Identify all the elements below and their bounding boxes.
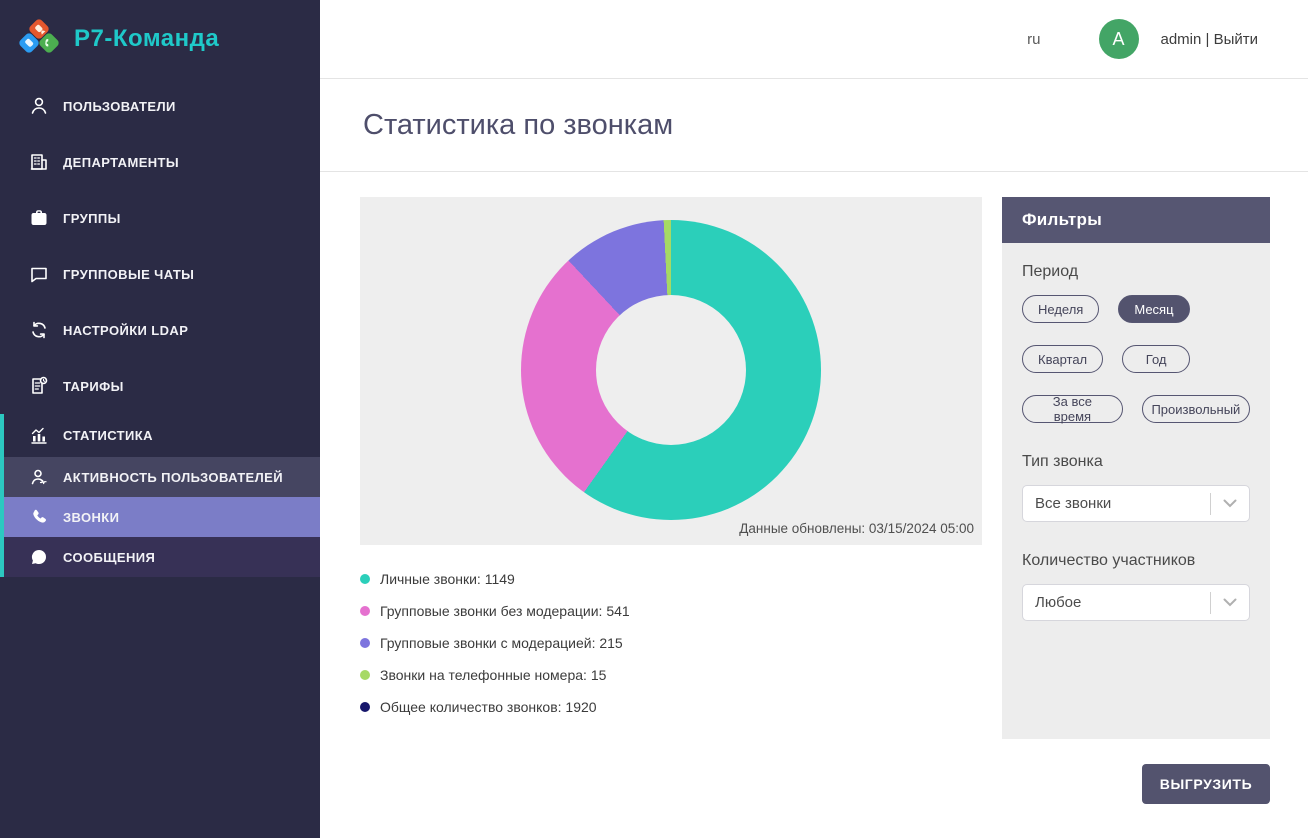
sidebar-item-users[interactable]: ПОЛЬЗОВАТЕЛИ bbox=[0, 78, 320, 134]
period-pill[interactable]: Неделя bbox=[1022, 295, 1099, 323]
legend-label: Личные звонки: 1149 bbox=[380, 571, 515, 587]
briefcase-icon bbox=[27, 206, 51, 230]
call-type-label: Тип звонка bbox=[1022, 453, 1250, 471]
call-type-section: Тип звонка Все звонки bbox=[1022, 453, 1250, 522]
filters-body: Период Неделя Месяц Квартал Год За все время… bbox=[1002, 243, 1270, 641]
user-icon bbox=[27, 94, 51, 118]
participants-value: Любое bbox=[1035, 594, 1210, 611]
donut-hole bbox=[596, 295, 746, 445]
language-switcher[interactable]: ru bbox=[1027, 31, 1040, 48]
period-pill[interactable]: За все время bbox=[1022, 395, 1123, 423]
call-type-select[interactable]: Все звонки bbox=[1022, 485, 1250, 522]
user-activity-icon bbox=[27, 465, 51, 489]
period-pill[interactable]: Год bbox=[1122, 345, 1190, 373]
sidebar-nav: ПОЛЬЗОВАТЕЛИ ДЕПАРТАМЕНТЫ ГРУППЫ ГРУППОВ… bbox=[0, 78, 320, 577]
sidebar-item-group-chats[interactable]: ГРУППОВЫЕ ЧАТЫ bbox=[0, 246, 320, 302]
participants-section: Количество участников Любое bbox=[1022, 552, 1250, 621]
sidebar-item-label: ТАРИФЫ bbox=[63, 379, 124, 394]
bar-chart-icon bbox=[27, 424, 51, 448]
sidebar-item-label: ПОЛЬЗОВАТЕЛИ bbox=[63, 99, 176, 114]
sidebar-item-label: ДЕПАРТАМЕНТЫ bbox=[63, 155, 179, 170]
chevron-down-icon bbox=[1211, 499, 1249, 508]
sidebar-item-label: НАСТРОЙКИ LDAP bbox=[63, 323, 188, 338]
sidebar: Р7-Команда ПОЛЬЗОВАТЕЛИ ДЕПАРТАМЕНТЫ ГРУ… bbox=[0, 0, 320, 838]
period-pill[interactable]: Квартал bbox=[1022, 345, 1103, 373]
sync-icon bbox=[27, 318, 51, 342]
top-header: ru A admin | Выйти bbox=[320, 0, 1308, 79]
period-label: Период bbox=[1022, 263, 1250, 281]
legend-color-dot bbox=[360, 574, 370, 584]
period-row: Квартал Год bbox=[1022, 345, 1250, 373]
legend-item: Групповые звонки с модерацией: 215 bbox=[360, 635, 982, 651]
sidebar-item-messages[interactable]: СООБЩЕНИЯ bbox=[4, 537, 320, 577]
app-logo: Р7-Команда bbox=[0, 0, 320, 78]
logo-title: Р7-Команда bbox=[74, 25, 219, 53]
sidebar-item-label: СТАТИСТИКА bbox=[63, 428, 153, 443]
title-bar: Статистика по звонкам bbox=[320, 79, 1308, 172]
call-type-value: Все звонки bbox=[1035, 495, 1210, 512]
chart-column: Данные обновлены: 03/15/2024 05:00 Личны… bbox=[360, 197, 982, 838]
user-menu[interactable]: admin | Выйти bbox=[1161, 31, 1259, 48]
legend-label: Групповые звонки без модерации: 541 bbox=[380, 603, 630, 619]
legend-color-dot bbox=[360, 606, 370, 616]
sidebar-item-departments[interactable]: ДЕПАРТАМЕНТЫ bbox=[0, 134, 320, 190]
app-window: Р7-Команда ПОЛЬЗОВАТЕЛИ ДЕПАРТАМЕНТЫ ГРУ… bbox=[0, 0, 1308, 838]
chat-solid-icon bbox=[27, 545, 51, 569]
period-row: Неделя Месяц bbox=[1022, 295, 1250, 323]
main-area: ru A admin | Выйти Статистика по звонкам… bbox=[320, 0, 1308, 838]
avatar[interactable]: A bbox=[1099, 19, 1139, 59]
legend-label: Звонки на телефонные номера: 15 bbox=[380, 667, 606, 683]
legend-label: Групповые звонки с модерацией: 215 bbox=[380, 635, 623, 651]
export-button[interactable]: ВЫГРУЗИТЬ bbox=[1142, 764, 1270, 804]
sidebar-item-label: СООБЩЕНИЯ bbox=[63, 550, 155, 565]
sidebar-item-ldap[interactable]: НАСТРОЙКИ LDAP bbox=[0, 302, 320, 358]
legend-item: Общее количество звонков: 1920 bbox=[360, 699, 982, 715]
legend-color-dot bbox=[360, 670, 370, 680]
sidebar-item-groups[interactable]: ГРУППЫ bbox=[0, 190, 320, 246]
sidebar-item-statistics[interactable]: СТАТИСТИКА bbox=[4, 414, 320, 457]
chart-legend: Личные звонки: 1149 Групповые звонки без … bbox=[360, 571, 982, 715]
data-updated-note: Данные обновлены: 03/15/2024 05:00 bbox=[739, 521, 974, 536]
donut-chart bbox=[521, 220, 821, 520]
sidebar-item-label: ЗВОНКИ bbox=[63, 510, 119, 525]
page-title: Статистика по звонкам bbox=[363, 109, 673, 142]
period-options: Неделя Месяц Квартал Год За все время Произво… bbox=[1022, 295, 1250, 423]
legend-item: Групповые звонки без модерации: 541 bbox=[360, 603, 982, 619]
statistics-group: СТАТИСТИКА АКТИВНОСТЬ ПОЛЬЗОВАТЕЛЕЙ ЗВОН… bbox=[0, 414, 320, 577]
content: Данные обновлены: 03/15/2024 05:00 Личны… bbox=[320, 172, 1308, 838]
filters-panel: Фильтры Период Неделя Месяц Квартал Год За в… bbox=[1002, 197, 1270, 739]
participants-label: Количество участников bbox=[1022, 552, 1250, 570]
period-row: За все время Произвольный bbox=[1022, 395, 1250, 423]
legend-item: Личные звонки: 1149 bbox=[360, 571, 982, 587]
logo-icon bbox=[16, 14, 62, 65]
chevron-down-icon bbox=[1211, 598, 1249, 607]
building-icon bbox=[27, 150, 51, 174]
export-row: ВЫГРУЗИТЬ bbox=[1002, 764, 1270, 804]
sidebar-item-label: АКТИВНОСТЬ ПОЛЬЗОВАТЕЛЕЙ bbox=[63, 470, 283, 485]
phone-icon bbox=[27, 505, 51, 529]
filters-column: Фильтры Период Неделя Месяц Квартал Год За в… bbox=[1002, 197, 1270, 838]
participants-select[interactable]: Любое bbox=[1022, 584, 1250, 621]
legend-item: Звонки на телефонные номера: 15 bbox=[360, 667, 982, 683]
sidebar-item-user-activity[interactable]: АКТИВНОСТЬ ПОЛЬЗОВАТЕЛЕЙ bbox=[4, 457, 320, 497]
legend-color-dot bbox=[360, 702, 370, 712]
period-pill[interactable]: Месяц bbox=[1118, 295, 1189, 323]
period-pill[interactable]: Произвольный bbox=[1142, 395, 1250, 423]
sidebar-item-tariffs[interactable]: ТАРИФЫ bbox=[0, 358, 320, 414]
sidebar-item-calls[interactable]: ЗВОНКИ bbox=[4, 497, 320, 537]
legend-color-dot bbox=[360, 638, 370, 648]
chart-panel: Данные обновлены: 03/15/2024 05:00 bbox=[360, 197, 982, 545]
sidebar-item-label: ГРУППОВЫЕ ЧАТЫ bbox=[63, 267, 194, 282]
chat-outline-icon bbox=[27, 262, 51, 286]
filters-title: Фильтры bbox=[1002, 197, 1270, 243]
document-clock-icon bbox=[27, 374, 51, 398]
sidebar-item-label: ГРУППЫ bbox=[63, 211, 121, 226]
legend-label: Общее количество звонков: 1920 bbox=[380, 699, 597, 715]
